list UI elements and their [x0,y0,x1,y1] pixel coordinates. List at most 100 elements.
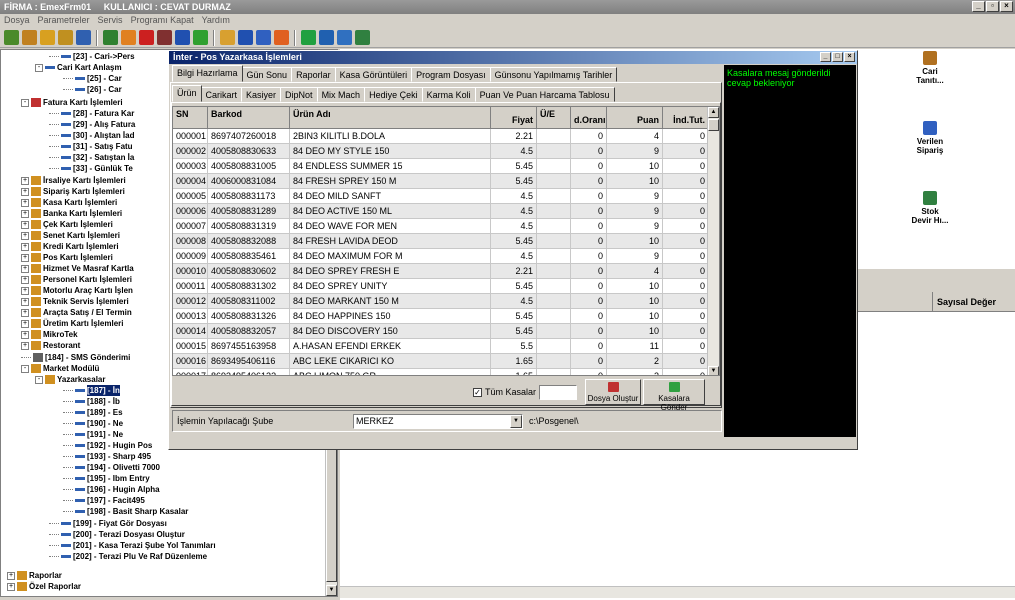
tab-tabs_top-4[interactable]: Program Dosyası [411,67,491,82]
tree-item[interactable]: [28] - Fatura Kar [49,108,134,119]
workspace-hscrollbar[interactable] [340,586,1015,598]
table-scroll-up-icon[interactable]: ▲ [708,107,719,118]
toolbar-button-icon[interactable] [274,30,289,45]
expand-icon[interactable]: + [21,275,29,284]
tab-tabs_top-0[interactable]: Bilgi Hazırlama [172,65,243,82]
tree-item[interactable]: - Cari Kart Anlaşm [35,62,122,73]
column-header[interactable]: SN [173,107,208,129]
expand-icon[interactable]: + [21,198,29,207]
tree-item[interactable]: - Yazarkasalar [35,374,106,385]
collapse-icon[interactable]: - [35,375,43,384]
toolbar-button-icon[interactable] [301,30,316,45]
tab-tabs_sub-2[interactable]: Kasiyer [241,87,282,102]
toolbar-button-icon[interactable] [58,30,73,45]
table-row[interactable]: 000005 4005808831173 84 DEO MILD SANFT 4.5 0… [173,189,709,204]
expand-icon[interactable]: + [7,582,15,591]
tree-item[interactable]: [187] - İn [63,385,120,396]
table-row[interactable]: 000017 8693495406123 ABC LIMON 750 GR 1.65 0… [173,369,709,375]
tab-tabs_top-1[interactable]: Gün Sonu [241,67,293,82]
column-header[interactable]: Barkod [208,107,290,129]
column-header[interactable]: Ü/E [537,107,571,129]
branch-select[interactable]: MERKEZ ▼ [353,414,523,429]
tab-tabs_sub-6[interactable]: Karma Koli [421,87,476,102]
dialog-maximize-button[interactable]: □ [832,52,843,62]
tree-item[interactable]: + Kredi Kartı İşlemleri [21,241,119,252]
chevron-down-icon[interactable]: ▼ [510,415,522,428]
tree-item[interactable]: [200] - Terazi Dosyası Oluştur [49,529,185,540]
table-row[interactable]: 000012 4005808311002 84 DEO MARKANT 150 M4… [173,294,709,309]
quick-action-0[interactable]: Cari Tanıtı... [895,51,965,85]
collapse-icon[interactable]: - [21,364,29,373]
tree-item[interactable]: + Hizmet Ve Masraf Kartla [21,263,134,274]
table-scrollbar[interactable]: ▲ ▼ [707,107,719,375]
close-button[interactable]: × [1000,1,1013,12]
menu-item-1[interactable]: Parametreler [38,14,90,27]
tab-tabs_sub-3[interactable]: DipNot [280,87,318,102]
tree-item[interactable]: [198] - Basit Sharp Kasalar [63,506,188,517]
tree-item[interactable]: + Raporlar [7,570,62,581]
quick-action-1[interactable]: Verilen Sipariş [895,121,965,155]
expand-icon[interactable]: + [21,187,29,196]
tree-item[interactable]: [201] - Kasa Terazi Şube Yol Tanımları [49,540,216,551]
table-row[interactable]: 000014 4005808832057 84 DEO DISCOVERY 150 5… [173,324,709,339]
toolbar-button-icon[interactable] [238,30,253,45]
table-row[interactable]: 000002 4005808830633 84 DEO MY STYLE 150 4.… [173,144,709,159]
tree-item[interactable]: + Motorlu Araç Kartı İşlen [21,285,133,296]
table-row[interactable]: 000008 4005808832088 84 FRESH LAVIDA DEOD 5… [173,234,709,249]
tree-item[interactable]: [195] - Ibm Entry [63,473,150,484]
expand-icon[interactable]: + [21,319,29,328]
tree-item[interactable]: [189] - Es [63,407,123,418]
scroll-down-arrow-icon[interactable]: ▼ [326,585,337,596]
toolbar-button-icon[interactable] [4,30,19,45]
expand-icon[interactable]: + [21,330,29,339]
tree-item[interactable]: [184] - SMS Gönderimi [21,352,130,363]
toolbar-button-icon[interactable] [256,30,271,45]
tree-item[interactable]: [202] - Terazi Plu Ve Raf Düzenleme [49,551,207,562]
tree-item[interactable]: + Banka Kartı İşlemleri [21,208,122,219]
tree-item[interactable]: [33] - Günlük Te [49,163,133,174]
column-header[interactable]: d.Oranı [571,107,607,129]
send-to-registers-button[interactable]: Kasalara Gönder [643,379,705,412]
expand-icon[interactable]: + [21,253,29,262]
toolbar-button-icon[interactable] [355,30,370,45]
toolbar-button-icon[interactable] [319,30,334,45]
tab-tabs_top-2[interactable]: Raporlar [291,67,336,82]
tree-item[interactable]: [191] - Ne [63,429,123,440]
quick-action-2[interactable]: Stok Devir Hı... [895,191,965,225]
tree-item[interactable]: + Kasa Kartı İşlemleri [21,197,117,208]
collapse-icon[interactable]: - [35,63,43,72]
create-file-button[interactable]: Dosya Oluştur [585,379,641,405]
register-no-input[interactable] [539,385,577,400]
toolbar-button-icon[interactable] [193,30,208,45]
tab-tabs_top-3[interactable]: Kasa Görüntüleri [334,67,413,82]
tree-item[interactable]: + Personel Kartı İşlemleri [21,274,132,285]
expand-icon[interactable]: + [7,571,15,580]
tree-item[interactable]: [190] - Ne [63,418,123,429]
table-scroll-down-icon[interactable]: ▼ [708,366,719,375]
expand-icon[interactable]: + [21,297,29,306]
table-row[interactable]: 000010 4005808830602 84 DEO SPREY FRESH E2… [173,264,709,279]
toolbar-button-icon[interactable] [121,30,136,45]
tab-tabs_sub-1[interactable]: Carikart [200,87,243,102]
toolbar-button-icon[interactable] [175,30,190,45]
tree-item[interactable]: - Fatura Kartı İşlemleri [21,97,123,108]
menu-item-0[interactable]: Dosya [4,14,30,27]
tree-item[interactable]: + Çek Kartı İşlemleri [21,219,113,230]
tree-item[interactable]: [26] - Car [63,84,122,95]
table-row[interactable]: 000011 4005808831302 84 DEO SPREY UNITY 5.4… [173,279,709,294]
table-row[interactable]: 000003 4005808831005 84 ENDLESS SUMMER 15 5… [173,159,709,174]
tree-item[interactable]: [30] - Alıştan İad [49,130,135,141]
restore-button[interactable]: ▫ [986,1,999,12]
menu-item-4[interactable]: Yardım [202,14,230,27]
tree-item[interactable]: + MikroTek [21,329,78,340]
column-header[interactable]: Ürün Adı [290,107,491,129]
tab-tabs_sub-0[interactable]: Ürün [172,85,202,102]
expand-icon[interactable]: + [21,231,29,240]
tree-item[interactable]: + Senet Kartı İşlemleri [21,230,120,241]
tree-item[interactable]: + Özel Raporlar [7,581,81,592]
collapse-icon[interactable]: - [21,98,29,107]
tab-tabs_sub-7[interactable]: Puan Ve Puan Harcama Tablosu [474,87,615,102]
toolbar-button-icon[interactable] [76,30,91,45]
tree-item[interactable]: [25] - Car [63,73,122,84]
table-row[interactable]: 000007 4005808831319 84 DEO WAVE FOR MEN 4.… [173,219,709,234]
